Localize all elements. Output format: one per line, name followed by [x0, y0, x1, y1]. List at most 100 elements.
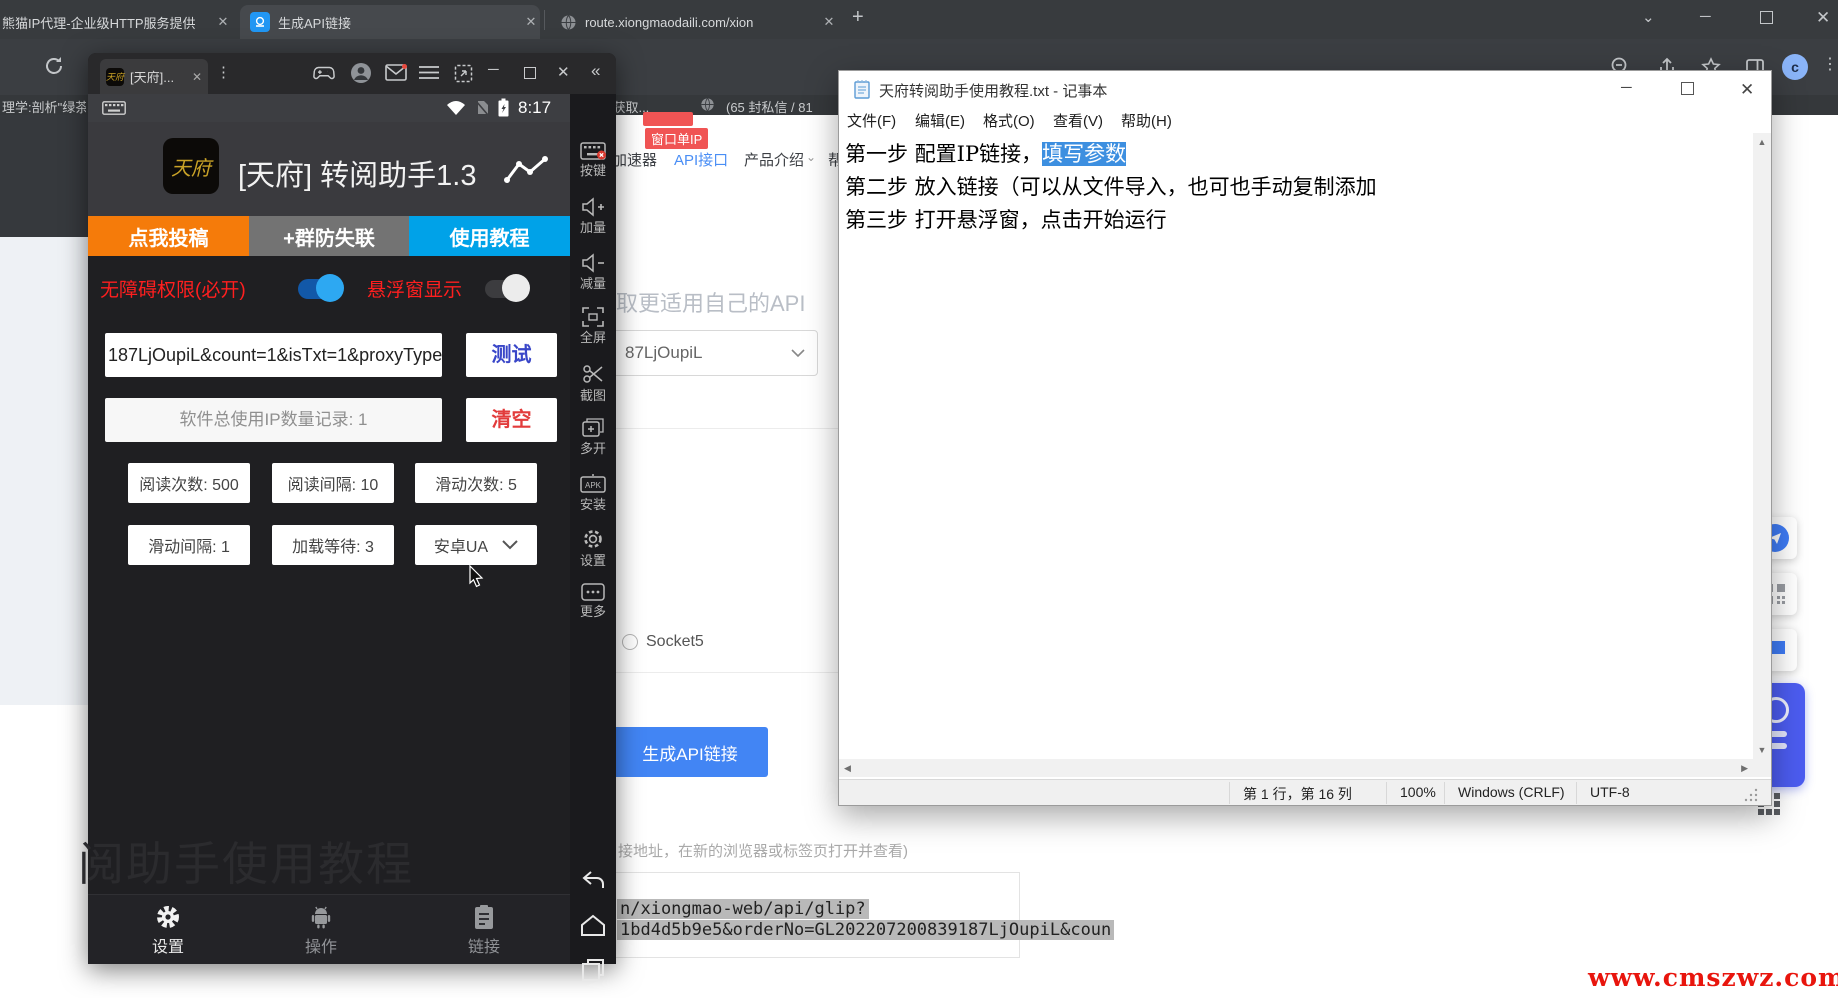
resize-grip[interactable] [1744, 788, 1758, 802]
tab-close-icon[interactable]: ✕ [820, 14, 838, 30]
api-link-input[interactable]: 187LjOupiL&count=1&isTxt=1&proxyType=1 [105, 333, 442, 377]
emulator-close-button[interactable]: ✕ [557, 63, 570, 81]
sidebar-settings-button[interactable]: 设置 [570, 528, 616, 569]
gamepad-icon[interactable] [313, 63, 335, 83]
horizontal-scrollbar[interactable]: ◀ ▶ [839, 759, 1753, 777]
home-icon [580, 914, 606, 936]
api-url-line2[interactable]: 1bd4d5b9e5&orderNo=GL202207200839187LjOu… [617, 920, 1114, 940]
sidebar-fullscreen-button[interactable]: 全屏 [570, 307, 616, 346]
sidebar-install-apk-button[interactable]: APK 安装 [570, 474, 616, 513]
reload-icon[interactable] [42, 54, 66, 78]
scroll-down-arrow[interactable]: ▼ [1753, 745, 1771, 755]
notepad-title-bar[interactable]: 天府转阅助手使用教程.txt - 记事本 ─ ✕ [839, 71, 1771, 107]
new-tab-button[interactable]: + [852, 6, 864, 29]
bookmark-item[interactable]: 理学:剖析"绿茶 [2, 97, 86, 116]
android-home-button[interactable] [570, 914, 616, 936]
socket5-radio[interactable] [622, 634, 638, 650]
scrollbar-corner [1753, 759, 1771, 777]
read-interval-field[interactable]: 阅读间隔: 10 [272, 463, 394, 503]
read-count-field[interactable]: 阅读次数: 500 [128, 463, 250, 503]
sidebar-label: 减量 [570, 273, 616, 292]
emulator-maximize-button[interactable] [524, 67, 536, 79]
clock-text: 8:17 [518, 98, 551, 118]
tab-close-icon[interactable]: ✕ [214, 14, 232, 30]
android-recents-button[interactable] [570, 958, 616, 982]
menu-file[interactable]: 文件(F) [847, 110, 896, 131]
mail-icon[interactable] [385, 64, 407, 81]
menu-format[interactable]: 格式(O) [983, 110, 1035, 131]
emulator-tab-label: [天府]... [130, 67, 188, 86]
sidebar-keymapping-button[interactable]: 按键 [570, 142, 616, 179]
sidebar-more-button[interactable]: 更多 [570, 583, 616, 620]
swipe-interval-field[interactable]: 滑动间隔: 1 [128, 525, 250, 565]
browser-menu-kebab-icon[interactable]: ⋮ [1822, 54, 1838, 74]
emulator-minimize-button[interactable]: ─ [488, 61, 499, 78]
nav-links[interactable]: 链接 [468, 904, 500, 957]
chevron-down-icon [791, 349, 805, 358]
browser-tab-bar: 熊猫IP代理-企业级HTTP服务提供 ✕ 生成API链接 ✕ route.xio… [0, 0, 1838, 39]
sidebar-label: 多开 [570, 438, 616, 457]
tab-menu-kebab-icon[interactable]: ⋮ [216, 63, 231, 81]
scroll-left-arrow[interactable]: ◀ [844, 763, 851, 774]
line-chart-icon[interactable] [503, 154, 549, 186]
nav-link-api[interactable]: API接口 [674, 149, 728, 170]
tab-close-icon[interactable]: ✕ [522, 14, 540, 30]
sidebar-label: 全屏 [570, 327, 616, 346]
scroll-up-arrow[interactable]: ▲ [1753, 133, 1771, 147]
android-back-button[interactable] [570, 870, 616, 892]
tab-generate-api[interactable]: 生成API链接 ✕ [240, 5, 540, 39]
notepad-maximize-button[interactable] [1681, 82, 1694, 95]
submit-post-button[interactable]: 点我投稿 [88, 216, 249, 256]
cursor-position: 第 1 行，第 16 列 [1243, 784, 1352, 804]
sidebar-volume-down-button[interactable]: 减量 [570, 253, 616, 292]
group-contact-button[interactable]: +群防失联 [249, 216, 409, 256]
notepad-text-area[interactable]: 第一步 配置IP链接，填写参数 第二步 放入链接（可以从文件导入，也可也手动复制… [839, 133, 1753, 759]
account-icon[interactable] [350, 62, 372, 84]
tab-label: route.xiongmaodaili.com/xion [585, 15, 820, 30]
notepad-file-icon [853, 79, 871, 99]
api-order-dropdown[interactable]: 87LjOupiL [612, 330, 818, 376]
sidebar-screenshot-button[interactable]: 截图 [570, 363, 616, 404]
menu-view[interactable]: 查看(V) [1053, 110, 1103, 131]
menu-help[interactable]: 帮助(H) [1121, 110, 1172, 131]
sidebar-multi-instance-button[interactable]: 多开 [570, 418, 616, 457]
emulator-tab[interactable]: 天府 [天府]... ✕ [100, 59, 208, 94]
api-url-line1[interactable]: n/xiongmao-web/api/glip? [617, 899, 869, 919]
tutorial-button[interactable]: 使用教程 [409, 216, 570, 256]
sidebar-label: 按键 [570, 160, 616, 179]
keyboard-icon [580, 142, 606, 160]
window-restore-button[interactable] [1760, 11, 1773, 24]
swipe-count-field[interactable]: 滑动次数: 5 [415, 463, 537, 503]
no-sim-icon [474, 99, 490, 116]
nav-settings[interactable]: 设置 [152, 904, 184, 957]
load-wait-field[interactable]: 加载等待: 3 [272, 525, 394, 565]
notepad-close-button[interactable]: ✕ [1740, 80, 1754, 100]
clear-button[interactable]: 清空 [466, 398, 557, 442]
window-minimize-button[interactable]: ─ [1700, 8, 1711, 25]
notepad-minimize-button[interactable]: ─ [1621, 79, 1632, 96]
more-ellipsis-icon [581, 583, 605, 601]
scroll-right-arrow[interactable]: ▶ [1741, 763, 1748, 774]
sidebar-volume-up-button[interactable]: 加量 [570, 197, 616, 236]
collapse-sidebar-icon[interactable]: « [591, 61, 600, 81]
tab-search-chevron-icon[interactable]: ⌄ [1642, 8, 1655, 26]
resize-icon[interactable] [454, 64, 473, 83]
recent-apps-icon [581, 958, 605, 982]
hamburger-menu-icon[interactable] [419, 65, 439, 80]
tab-close-icon[interactable]: ✕ [192, 70, 202, 84]
profile-avatar[interactable]: c [1782, 54, 1808, 80]
tab-favicon [250, 12, 270, 32]
vertical-scrollbar[interactable]: ▲ ▼ [1753, 133, 1771, 759]
nav-link-accelerator[interactable]: 加速器 [612, 149, 657, 170]
menu-edit[interactable]: 编辑(E) [915, 110, 965, 131]
test-button[interactable]: 测试 [466, 333, 557, 377]
window-close-button[interactable]: ✕ [1816, 8, 1830, 28]
nav-actions[interactable]: 操作 [305, 904, 337, 957]
tab-route[interactable]: route.xiongmaodaili.com/xion ✕ [548, 5, 838, 39]
ua-dropdown[interactable]: 安卓UA [415, 525, 537, 565]
app-header: 天府 [天府] 转阅助手1.3 [88, 122, 570, 216]
nav-link-products[interactable]: 产品介绍 [744, 149, 804, 170]
bookmark-item[interactable]: (65 封私信 / 81 [726, 97, 813, 116]
generate-api-button[interactable]: 生成API链接 [612, 727, 768, 777]
tab-xiongmao-proxy[interactable]: 熊猫IP代理-企业级HTTP服务提供 ✕ [0, 5, 232, 39]
